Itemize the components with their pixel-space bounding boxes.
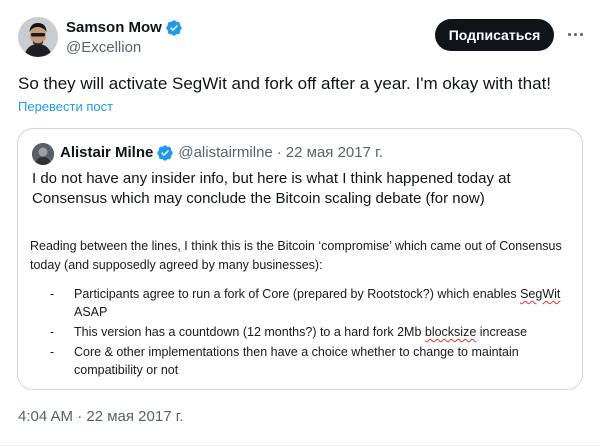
bullet-dash: - xyxy=(50,287,55,301)
bullet-text-tail: increase xyxy=(476,325,528,339)
quoted-tweet[interactable]: Alistair Milne @alistairmilne · 22 мая 2… xyxy=(17,128,583,390)
image-intro-text: Reading between the lines, I think this … xyxy=(30,239,562,272)
quoted-image[interactable]: Reading between the lines, I think this … xyxy=(18,225,582,389)
tweet-timestamp[interactable]: 4:04 AM · 22 мая 2017 г. xyxy=(18,407,184,427)
author-handle[interactable]: @Excellion xyxy=(66,38,141,58)
spellcheck-word: blocksize xyxy=(424,325,477,339)
bullet-text-tail: ASAP xyxy=(74,305,108,319)
quoted-header: Alistair Milne @alistairmilne · 22 мая 2… xyxy=(60,142,383,164)
tweet-text: So they will activate SegWit and fork of… xyxy=(18,74,552,93)
spellcheck-word: SegWit xyxy=(520,287,561,301)
quoted-author-handle: @alistairmilne xyxy=(178,144,273,161)
quoted-author-name: Alistair Milne xyxy=(60,144,154,161)
image-bullet-item: - This version has a countdown (12 month… xyxy=(30,323,575,341)
author-name[interactable]: Samson Mow xyxy=(66,18,162,38)
subscribe-button[interactable]: Подписаться xyxy=(435,19,554,51)
separator-dot: · xyxy=(276,144,282,161)
bullet-dash: - xyxy=(50,325,55,339)
image-bullet-list: - Participants agree to run a fork of Co… xyxy=(30,285,575,381)
bullet-text: This version has a countdown (12 months?… xyxy=(74,325,425,339)
quoted-author-avatar xyxy=(32,143,54,165)
bullet-text: Core & other implementations then have a… xyxy=(74,345,519,377)
image-bullet-item: - Core & other implementations then have… xyxy=(30,343,575,379)
image-bullet-item: - Participants agree to run a fork of Co… xyxy=(30,285,575,321)
verified-badge-icon xyxy=(165,19,183,37)
divider xyxy=(0,445,600,446)
quoted-date: 22 мая 2017 г. xyxy=(285,144,383,161)
translate-post-link[interactable]: Перевести пост xyxy=(18,99,113,115)
more-dots-icon[interactable] xyxy=(566,24,584,44)
quoted-text: I do not have any insider info, but here… xyxy=(32,170,511,207)
verified-badge-icon xyxy=(156,144,174,162)
author-name-row[interactable]: Samson Mow xyxy=(66,18,183,38)
bullet-dash: - xyxy=(50,345,55,359)
author-avatar[interactable] xyxy=(18,17,58,57)
bullet-text: Participants agree to run a fork of Core… xyxy=(74,287,521,301)
